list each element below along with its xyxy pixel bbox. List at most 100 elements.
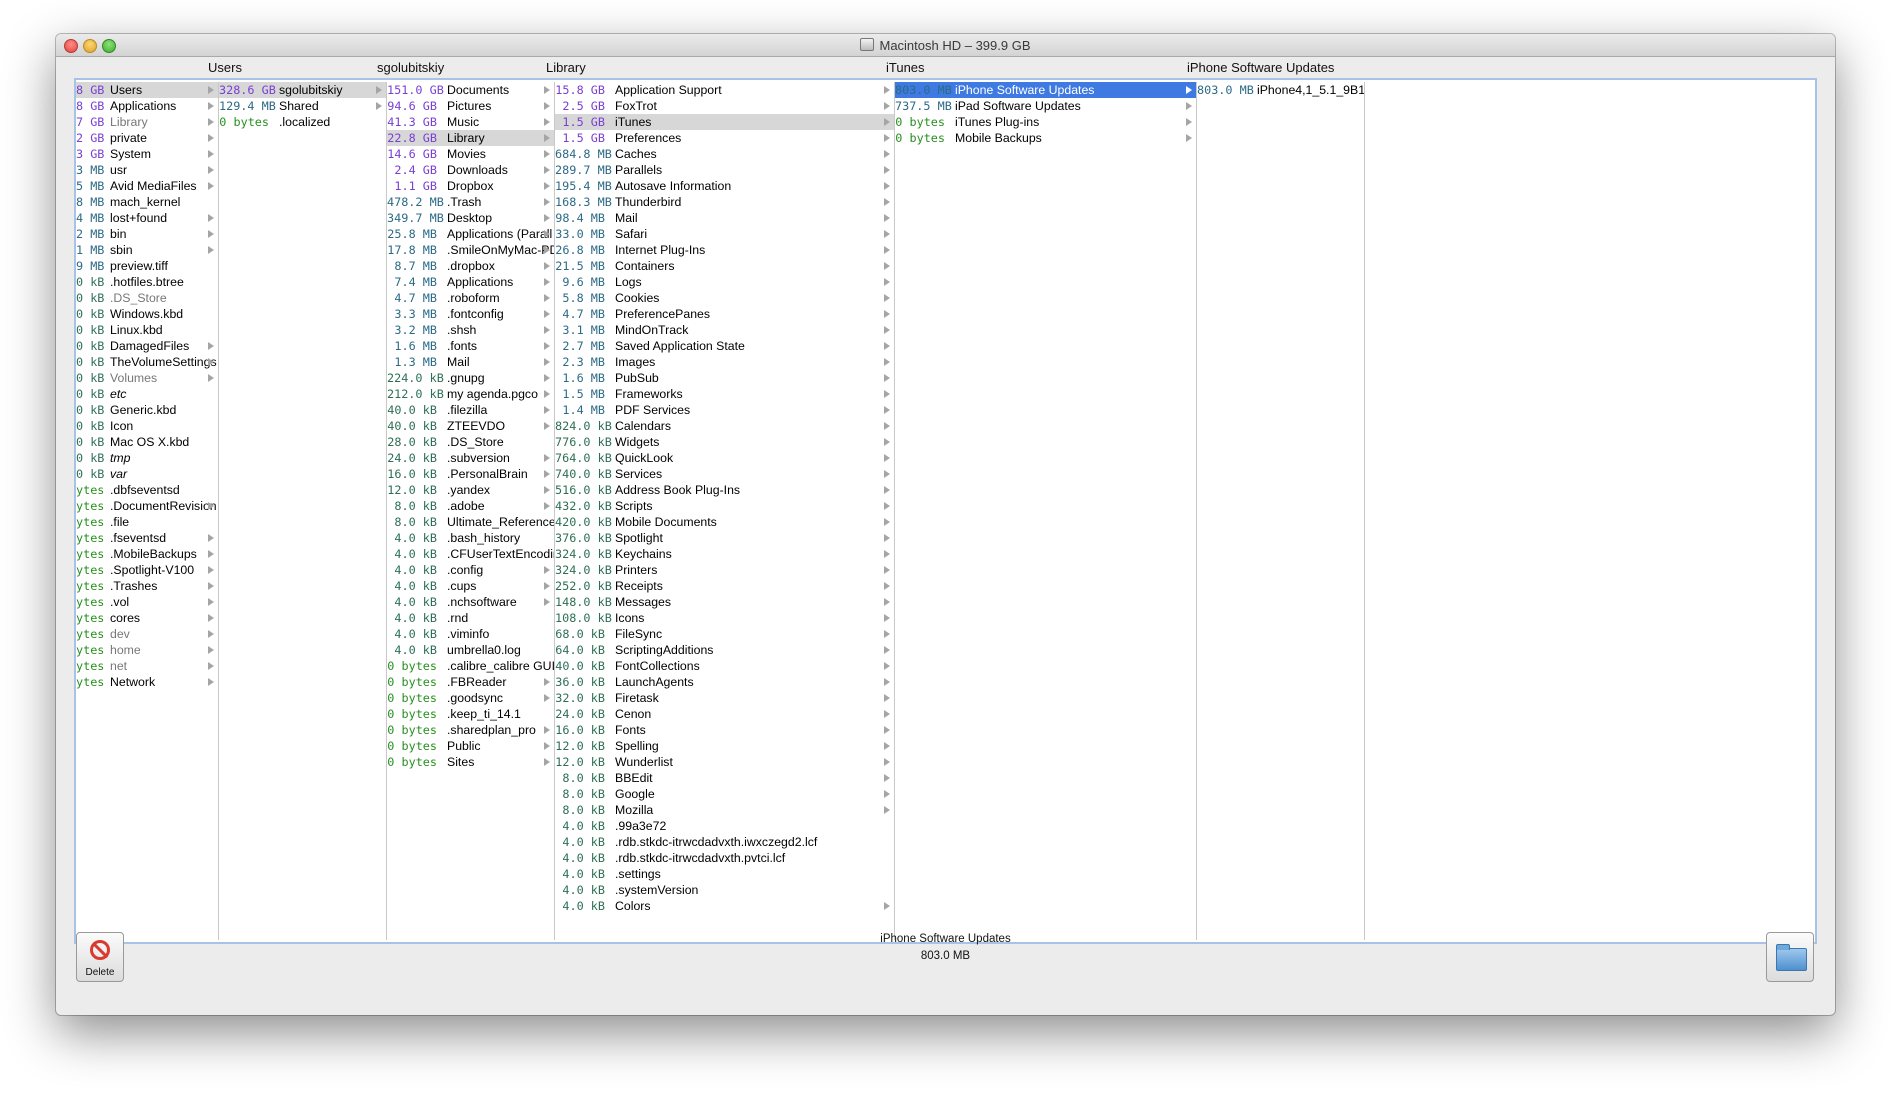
list-item[interactable]: 12.0 kB .yandex bbox=[387, 482, 554, 498]
list-item[interactable]: 1.6 MB .fonts bbox=[387, 338, 554, 354]
disclosure-arrow-icon[interactable] bbox=[884, 86, 890, 94]
list-item[interactable]: 737.5 MB iPad Software Updates bbox=[895, 98, 1196, 114]
disclosure-arrow-icon[interactable] bbox=[884, 902, 890, 910]
disclosure-arrow-icon[interactable] bbox=[884, 726, 890, 734]
list-item[interactable]: 824.0 kB Calendars bbox=[555, 418, 894, 434]
list-item[interactable]: 7.4 MB Applications bbox=[387, 274, 554, 290]
list-item[interactable]: 4.0 kB .99a3e72 bbox=[555, 818, 894, 834]
disclosure-arrow-icon[interactable] bbox=[884, 438, 890, 446]
list-item[interactable]: 0 bytes .goodsync bbox=[387, 690, 554, 706]
list-item[interactable]: 252.0 kB Receipts bbox=[555, 578, 894, 594]
list-item[interactable]: 0 bytes .calibre_calibre GUI.lc bbox=[387, 658, 554, 674]
list-item[interactable]: 33.0 MB Safari bbox=[555, 226, 894, 242]
list-item[interactable]: 432.0 kB Scripts bbox=[555, 498, 894, 514]
list-item[interactable]: 1.4 MB PDF Services bbox=[555, 402, 894, 418]
disclosure-arrow-icon[interactable] bbox=[208, 550, 214, 558]
list-item[interactable]: 1.5 MB Frameworks bbox=[555, 386, 894, 402]
list-item[interactable]: 151.0 GB Documents bbox=[387, 82, 554, 98]
disclosure-arrow-icon[interactable] bbox=[884, 790, 890, 798]
list-item[interactable]: 1.5 GB iTunes bbox=[555, 114, 894, 130]
list-item[interactable]: 195.4 MB Autosave Information bbox=[555, 178, 894, 194]
disclosure-arrow-icon[interactable] bbox=[544, 374, 550, 382]
list-item[interactable]: 0 kB Windows.kbd bbox=[76, 306, 218, 322]
disclosure-arrow-icon[interactable] bbox=[208, 246, 214, 254]
list-item[interactable]: 8.0 kB Google bbox=[555, 786, 894, 802]
list-item[interactable]: 4.0 kB .nchsoftware bbox=[387, 594, 554, 610]
list-item[interactable]: 328.6 GB sgolubitskiy bbox=[219, 82, 386, 98]
list-item[interactable]: 98.4 MB Mail bbox=[555, 210, 894, 226]
list-item[interactable]: 420.0 kB Mobile Documents bbox=[555, 514, 894, 530]
disclosure-arrow-icon[interactable] bbox=[884, 262, 890, 270]
disclosure-arrow-icon[interactable] bbox=[884, 230, 890, 238]
list-item[interactable]: 0 bytes Mobile Backups bbox=[895, 130, 1196, 146]
list-item[interactable]: 0 kB .DS_Store bbox=[76, 290, 218, 306]
disclosure-arrow-icon[interactable] bbox=[544, 278, 550, 286]
list-item[interactable]: ytes .Spotlight-V100 bbox=[76, 562, 218, 578]
list-item[interactable]: ytes .DocumentRevision bbox=[76, 498, 218, 514]
disclosure-arrow-icon[interactable] bbox=[1186, 118, 1192, 126]
list-item[interactable]: 0 bytes iTunes Plug-ins bbox=[895, 114, 1196, 130]
list-item[interactable]: ytes .dbfseventsd bbox=[76, 482, 218, 498]
disclosure-arrow-icon[interactable] bbox=[544, 454, 550, 462]
list-item[interactable]: 3.2 MB .shsh bbox=[387, 322, 554, 338]
disclosure-arrow-icon[interactable] bbox=[544, 214, 550, 222]
list-item[interactable]: 4.0 kB .rdb.stkdc-itrwcdadvxth.iwxczegd2.… bbox=[555, 834, 894, 850]
disclosure-arrow-icon[interactable] bbox=[884, 166, 890, 174]
disclosure-arrow-icon[interactable] bbox=[208, 342, 214, 350]
disclosure-arrow-icon[interactable] bbox=[1186, 86, 1192, 94]
disclosure-arrow-icon[interactable] bbox=[544, 86, 550, 94]
list-item[interactable]: 14.6 GB Movies bbox=[387, 146, 554, 162]
disclosure-arrow-icon[interactable] bbox=[884, 294, 890, 302]
list-item[interactable]: 349.7 MB Desktop bbox=[387, 210, 554, 226]
delete-button[interactable]: Delete bbox=[76, 932, 124, 982]
list-item[interactable]: 4.7 MB PreferencePanes bbox=[555, 306, 894, 322]
disclosure-arrow-icon[interactable] bbox=[884, 614, 890, 622]
list-item[interactable]: 0 kB Volumes bbox=[76, 370, 218, 386]
disclosure-arrow-icon[interactable] bbox=[884, 198, 890, 206]
disclosure-arrow-icon[interactable] bbox=[376, 102, 382, 110]
disclosure-arrow-icon[interactable] bbox=[884, 182, 890, 190]
list-item[interactable]: 0 bytes .sharedplan_pro bbox=[387, 722, 554, 738]
disclosure-arrow-icon[interactable] bbox=[544, 118, 550, 126]
list-item[interactable]: 64.0 kB ScriptingAdditions bbox=[555, 642, 894, 658]
disclosure-arrow-icon[interactable] bbox=[544, 262, 550, 270]
list-item[interactable]: 2.4 GB Downloads bbox=[387, 162, 554, 178]
disclosure-arrow-icon[interactable] bbox=[208, 166, 214, 174]
disclosure-arrow-icon[interactable] bbox=[208, 614, 214, 622]
list-item[interactable]: 108.0 kB Icons bbox=[555, 610, 894, 626]
list-item[interactable]: 25.8 MB Applications (Parall bbox=[387, 226, 554, 242]
disclosure-arrow-icon[interactable] bbox=[544, 406, 550, 414]
list-item[interactable]: ytes net bbox=[76, 658, 218, 674]
disclosure-arrow-icon[interactable] bbox=[544, 182, 550, 190]
disclosure-arrow-icon[interactable] bbox=[208, 678, 214, 686]
list-item[interactable]: 2.5 GB FoxTrot bbox=[555, 98, 894, 114]
list-item[interactable]: ytes .MobileBackups bbox=[76, 546, 218, 562]
list-item[interactable]: 24.0 kB Cenon bbox=[555, 706, 894, 722]
list-item[interactable]: 2 MB bin bbox=[76, 226, 218, 242]
list-item[interactable]: 4.0 kB umbrella0.log bbox=[387, 642, 554, 658]
list-item[interactable]: 12.0 kB Spelling bbox=[555, 738, 894, 754]
list-item[interactable]: 36.0 kB LaunchAgents bbox=[555, 674, 894, 690]
disclosure-arrow-icon[interactable] bbox=[884, 422, 890, 430]
list-item[interactable]: 5.8 MB Cookies bbox=[555, 290, 894, 306]
disclosure-arrow-icon[interactable] bbox=[884, 582, 890, 590]
disclosure-arrow-icon[interactable] bbox=[544, 390, 550, 398]
list-item[interactable]: 28.0 kB .DS_Store bbox=[387, 434, 554, 450]
list-item[interactable]: ytes .Trashes bbox=[76, 578, 218, 594]
list-item[interactable]: 1 MB sbin bbox=[76, 242, 218, 258]
disclosure-arrow-icon[interactable] bbox=[544, 726, 550, 734]
disclosure-arrow-icon[interactable] bbox=[208, 134, 214, 142]
disclosure-arrow-icon[interactable] bbox=[884, 566, 890, 574]
disclosure-arrow-icon[interactable] bbox=[208, 150, 214, 158]
list-item[interactable]: 376.0 kB Spotlight bbox=[555, 530, 894, 546]
disclosure-arrow-icon[interactable] bbox=[884, 454, 890, 462]
disclosure-arrow-icon[interactable] bbox=[208, 182, 214, 190]
list-item[interactable]: 68.0 kB FileSync bbox=[555, 626, 894, 642]
disclosure-arrow-icon[interactable] bbox=[208, 566, 214, 574]
disclosure-arrow-icon[interactable] bbox=[208, 502, 214, 510]
list-item[interactable]: 3 GB System bbox=[76, 146, 218, 162]
disclosure-arrow-icon[interactable] bbox=[544, 342, 550, 350]
disclosure-arrow-icon[interactable] bbox=[208, 214, 214, 222]
column-iphone-software-updates[interactable]: 803.0 MBiPhone4,1_5.1_9B179 bbox=[1197, 82, 1365, 940]
list-item[interactable]: 4.0 kB .CFUserTextEncoding bbox=[387, 546, 554, 562]
